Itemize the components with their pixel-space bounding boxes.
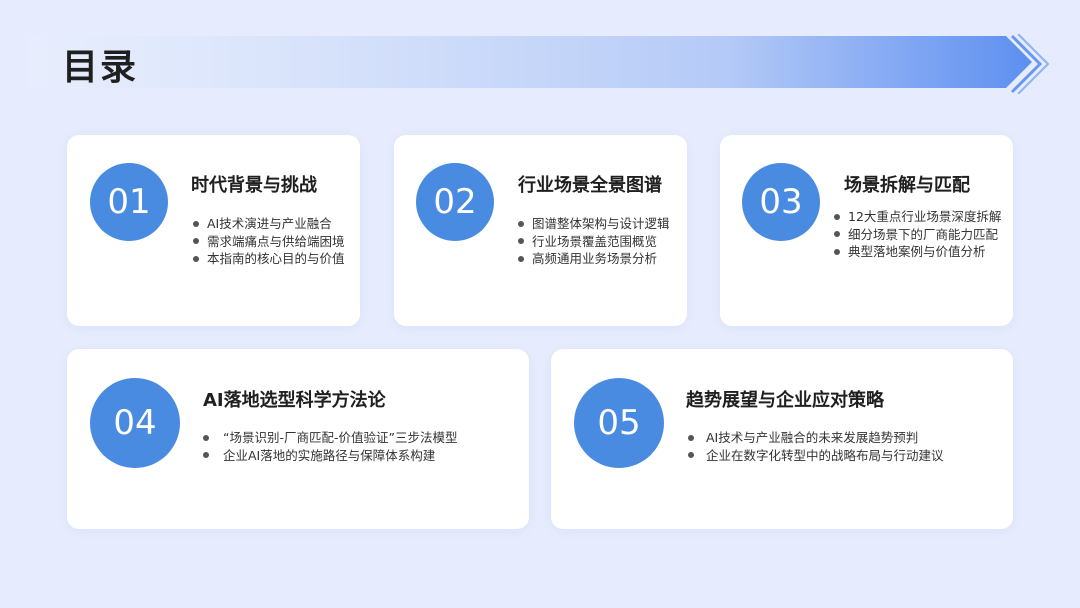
bullet-dot-icon [834, 231, 840, 238]
section-number-badge: 04 [90, 378, 180, 468]
bullet-dot-icon [203, 452, 209, 459]
section-card-03[interactable]: 03 场景拆解与匹配 12大重点行业场景深度拆解 细分场景下的厂商能力匹配 典型… [720, 135, 1013, 326]
page-title: 目录 [62, 47, 139, 88]
bullet-dot-icon [688, 452, 694, 459]
bullet-item: 行业场景覆盖范围概览 [518, 233, 670, 251]
section-title: 趋势展望与企业应对策略 [686, 390, 884, 411]
section-title: 行业场景全景图谱 [518, 175, 662, 196]
bullet-item: 高频通用业务场景分析 [518, 250, 670, 268]
bullet-item: 图谱整体架构与设计逻辑 [518, 215, 670, 233]
bullet-dot-icon [688, 434, 694, 441]
bullet-item: AI技术与产业融合的未来发展趋势预判 [688, 429, 944, 447]
section-bullet-list: AI技术演进与产业融合 需求端痛点与供给端困境 本指南的核心目的与价值 [193, 215, 345, 268]
bullet-dot-icon [518, 238, 524, 245]
section-card-01[interactable]: 01 时代背景与挑战 AI技术演进与产业融合 需求端痛点与供给端困境 本指南的核… [67, 135, 360, 326]
section-number-badge: 03 [742, 163, 820, 241]
bullet-dot-icon [193, 238, 199, 245]
bullet-dot-icon [518, 220, 524, 227]
section-bullet-list: AI技术与产业融合的未来发展趋势预判 企业在数字化转型中的战略布局与行动建议 [688, 429, 944, 464]
bullet-item: AI技术演进与产业融合 [193, 215, 345, 233]
bullet-item: 典型落地案例与价值分析 [834, 243, 1001, 261]
bullet-item: 企业在数字化转型中的战略布局与行动建议 [688, 447, 944, 465]
bullet-dot-icon [193, 255, 199, 262]
section-bullet-list: 图谱整体架构与设计逻辑 行业场景覆盖范围概览 高频通用业务场景分析 [518, 215, 670, 268]
section-number-badge: 02 [416, 163, 494, 241]
section-bullet-list: 12大重点行业场景深度拆解 细分场景下的厂商能力匹配 典型落地案例与价值分析 [834, 208, 1001, 261]
section-title: AI落地选型科学方法论 [203, 390, 386, 411]
bullet-item: 细分场景下的厂商能力匹配 [834, 226, 1001, 244]
section-title: 时代背景与挑战 [191, 175, 317, 196]
bullet-dot-icon [203, 434, 209, 441]
bullet-item: 企业AI落地的实施路径与保障体系构建 [203, 447, 457, 465]
section-number-badge: 05 [574, 378, 664, 468]
bullet-dot-icon [518, 255, 524, 262]
section-number-badge: 01 [90, 163, 168, 241]
bullet-item: 12大重点行业场景深度拆解 [834, 208, 1001, 226]
section-bullet-list: “场景识别-厂商匹配-价值验证”三步法模型 企业AI落地的实施路径与保障体系构建 [203, 429, 457, 464]
title-banner [28, 34, 1050, 94]
bullet-item: “场景识别-厂商匹配-价值验证”三步法模型 [203, 429, 457, 447]
section-title: 场景拆解与匹配 [844, 175, 970, 196]
section-card-02[interactable]: 02 行业场景全景图谱 图谱整体架构与设计逻辑 行业场景覆盖范围概览 高频通用业… [394, 135, 687, 326]
bullet-item: 本指南的核心目的与价值 [193, 250, 345, 268]
section-card-05[interactable]: 05 趋势展望与企业应对策略 AI技术与产业融合的未来发展趋势预判 企业在数字化… [551, 349, 1013, 529]
bullet-dot-icon [834, 248, 840, 255]
section-card-04[interactable]: 04 AI落地选型科学方法论 “场景识别-厂商匹配-价值验证”三步法模型 企业A… [67, 349, 529, 529]
bullet-dot-icon [834, 213, 840, 220]
bullet-item: 需求端痛点与供给端困境 [193, 233, 345, 251]
bullet-dot-icon [193, 220, 199, 227]
